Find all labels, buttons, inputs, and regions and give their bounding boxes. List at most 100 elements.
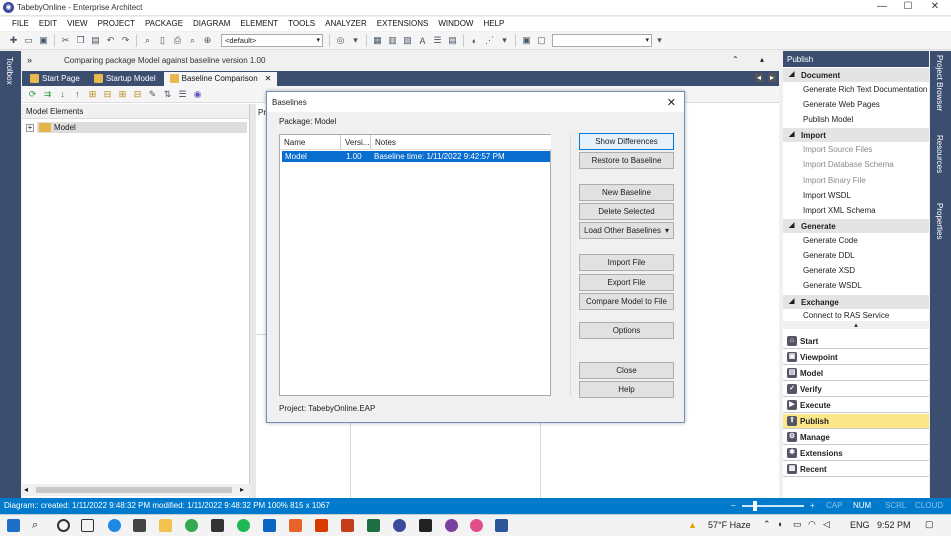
task-view-icon[interactable] — [81, 519, 94, 532]
nav-start[interactable]: ⌂ Start — [783, 334, 929, 349]
pin-icon[interactable]: ▴ — [760, 55, 764, 64]
zoom-icon[interactable]: ⊕ — [202, 35, 213, 46]
close-tab-icon[interactable]: ✕ — [265, 72, 272, 86]
arrow-down-icon[interactable]: ↓ — [57, 89, 68, 100]
section-generate[interactable]: ◢ Generate — [783, 219, 929, 233]
align-icon[interactable]: ▥ — [387, 35, 398, 46]
nav-publish[interactable]: ⇪ Publish — [783, 414, 929, 429]
generate-wsdl-item[interactable]: Generate WSDL — [803, 281, 862, 290]
generate-web-pages-item[interactable]: Generate Web Pages — [803, 100, 880, 109]
paint-icon[interactable]: ◐ — [469, 35, 480, 46]
tab-startup-model[interactable]: Startup Model — [88, 72, 162, 86]
powerpoint-icon[interactable] — [341, 519, 354, 532]
scroll-thumb[interactable] — [36, 487, 232, 493]
store-icon[interactable] — [133, 519, 146, 532]
expand-icon[interactable]: + — [26, 123, 34, 132]
tree-prev-icon[interactable]: ⊟ — [132, 89, 143, 100]
options-icon[interactable]: ☰ — [177, 89, 188, 100]
close-button[interactable]: Close — [579, 362, 674, 379]
redo-icon[interactable]: ↷ — [120, 35, 131, 46]
options-button[interactable]: Options — [579, 322, 674, 339]
close-window-button[interactable]: ✕ — [925, 1, 945, 12]
baseline-list[interactable]: Name Versi... Notes Model 1.00 Baseline … — [279, 134, 551, 396]
panel-icon[interactable]: ▢ — [536, 35, 547, 46]
tray-chevron-icon[interactable]: ⌃ — [763, 519, 771, 530]
tree-expand-icon[interactable]: ⊞ — [87, 89, 98, 100]
weather-text[interactable]: 57°F Haze — [708, 520, 751, 530]
undo-icon[interactable]: ↶ — [105, 35, 116, 46]
import-xml-schema-item[interactable]: Import XML Schema — [803, 206, 876, 215]
tree-next-icon[interactable]: ⊞ — [117, 89, 128, 100]
scroll-left-icon[interactable]: ◂ — [24, 485, 28, 494]
line-style-icon[interactable]: ⋰ — [484, 35, 495, 46]
search-icon[interactable]: ⌕ — [32, 519, 45, 532]
nav-viewpoint[interactable]: ▣ Viewpoint — [783, 350, 929, 365]
chevron-right-icon[interactable]: » — [27, 55, 32, 65]
nav-verify[interactable]: ✓ Verify — [783, 382, 929, 397]
zoom-slider-thumb[interactable] — [753, 501, 757, 511]
workspace-combo[interactable]: <default> ▾ — [221, 34, 323, 47]
arrow-up-icon[interactable]: ↑ — [72, 89, 83, 100]
edge-icon[interactable] — [108, 519, 121, 532]
publish-model-item[interactable]: Publish Model — [803, 115, 853, 124]
import-file-button[interactable]: Import File — [579, 254, 674, 271]
notification-icon[interactable]: ▢ — [925, 519, 934, 530]
chrome-icon[interactable] — [185, 519, 198, 532]
paste-icon[interactable]: ▤ — [90, 35, 101, 46]
search-model-icon[interactable]: ⌕ — [187, 35, 198, 46]
tab-scroll-right-icon[interactable]: ▸ — [768, 73, 777, 82]
minimize-button[interactable]: — — [872, 1, 892, 12]
open-folder-icon[interactable]: ▭ — [23, 35, 34, 46]
properties-tab[interactable]: Properties — [935, 203, 944, 239]
zoom-slider[interactable] — [742, 505, 804, 507]
language-indicator[interactable]: ENG — [850, 520, 870, 530]
copy-icon[interactable]: ❐ — [75, 35, 86, 46]
photos-icon[interactable] — [289, 519, 302, 532]
edit-icon[interactable]: ✎ — [147, 89, 158, 100]
table-icon[interactable]: ▤ — [447, 35, 458, 46]
menu-help[interactable]: HELP — [478, 17, 509, 31]
menu-analyzer[interactable]: ANALYZER — [320, 17, 372, 31]
app-icon-pink[interactable] — [470, 519, 483, 532]
help-button[interactable]: Help — [579, 381, 674, 398]
menu-edit[interactable]: EDIT — [34, 17, 62, 31]
battery-icon[interactable]: ▭ — [793, 519, 802, 530]
load-other-baselines-button[interactable]: Load Other Baselines ▾ — [579, 222, 674, 239]
cut-icon[interactable]: ✂ — [60, 35, 71, 46]
dialog-close-icon[interactable]: ✕ — [667, 96, 676, 109]
sort-icon[interactable]: ⇅ — [162, 89, 173, 100]
section-import[interactable]: ◢ Import — [783, 128, 929, 142]
nav-execute[interactable]: ▶ Execute — [783, 398, 929, 413]
wifi-icon[interactable]: ◠ — [808, 519, 816, 530]
clock[interactable]: 9:52 PM — [877, 520, 911, 530]
toolbox-strip[interactable]: Toolbox — [0, 51, 21, 498]
menu-file[interactable]: FILE — [7, 17, 34, 31]
save-icon[interactable]: ▣ — [38, 35, 49, 46]
tab-scroll-left-icon[interactable]: ◂ — [755, 73, 764, 82]
resources-tab[interactable]: Resources — [935, 135, 944, 173]
menu-extensions[interactable]: EXTENSIONS — [372, 17, 434, 31]
nav-model[interactable]: ▤ Model — [783, 366, 929, 381]
generate-xsd-item[interactable]: Generate XSD — [803, 266, 855, 275]
menu-tools[interactable]: TOOLS — [283, 17, 320, 31]
refresh-icon[interactable]: ⟳ — [27, 89, 38, 100]
menu-view[interactable]: VIEW — [62, 17, 92, 31]
nav-recent[interactable]: ▦ Recent — [783, 462, 929, 477]
spotify-icon[interactable] — [237, 519, 250, 532]
list-icon[interactable]: ☰ — [432, 35, 443, 46]
menu-window[interactable]: WINDOW — [433, 17, 478, 31]
menu-diagram[interactable]: DIAGRAM — [188, 17, 235, 31]
tree-collapse-icon[interactable]: ⊟ — [102, 89, 113, 100]
compare-model-button[interactable]: Compare Model to File — [579, 293, 674, 310]
file-explorer-icon[interactable] — [159, 519, 172, 532]
generate-rtf-item[interactable]: Generate Rich Text Documentation — [803, 85, 927, 94]
zoom-in-icon[interactable]: + — [810, 501, 815, 510]
font-icon[interactable]: A — [417, 35, 428, 46]
collapse-up-icon[interactable]: ⌃ — [732, 55, 739, 64]
new-baseline-button[interactable]: New Baseline — [579, 184, 674, 201]
scroll-right-icon[interactable]: ▸ — [240, 485, 244, 494]
nav-extensions[interactable]: ✱ Extensions — [783, 446, 929, 461]
delete-selected-button[interactable]: Delete Selected — [579, 203, 674, 220]
baseline-row[interactable]: Model 1.00 Baseline time: 1/11/2022 9:42… — [282, 151, 550, 162]
nav-manage[interactable]: ⚙ Manage — [783, 430, 929, 445]
